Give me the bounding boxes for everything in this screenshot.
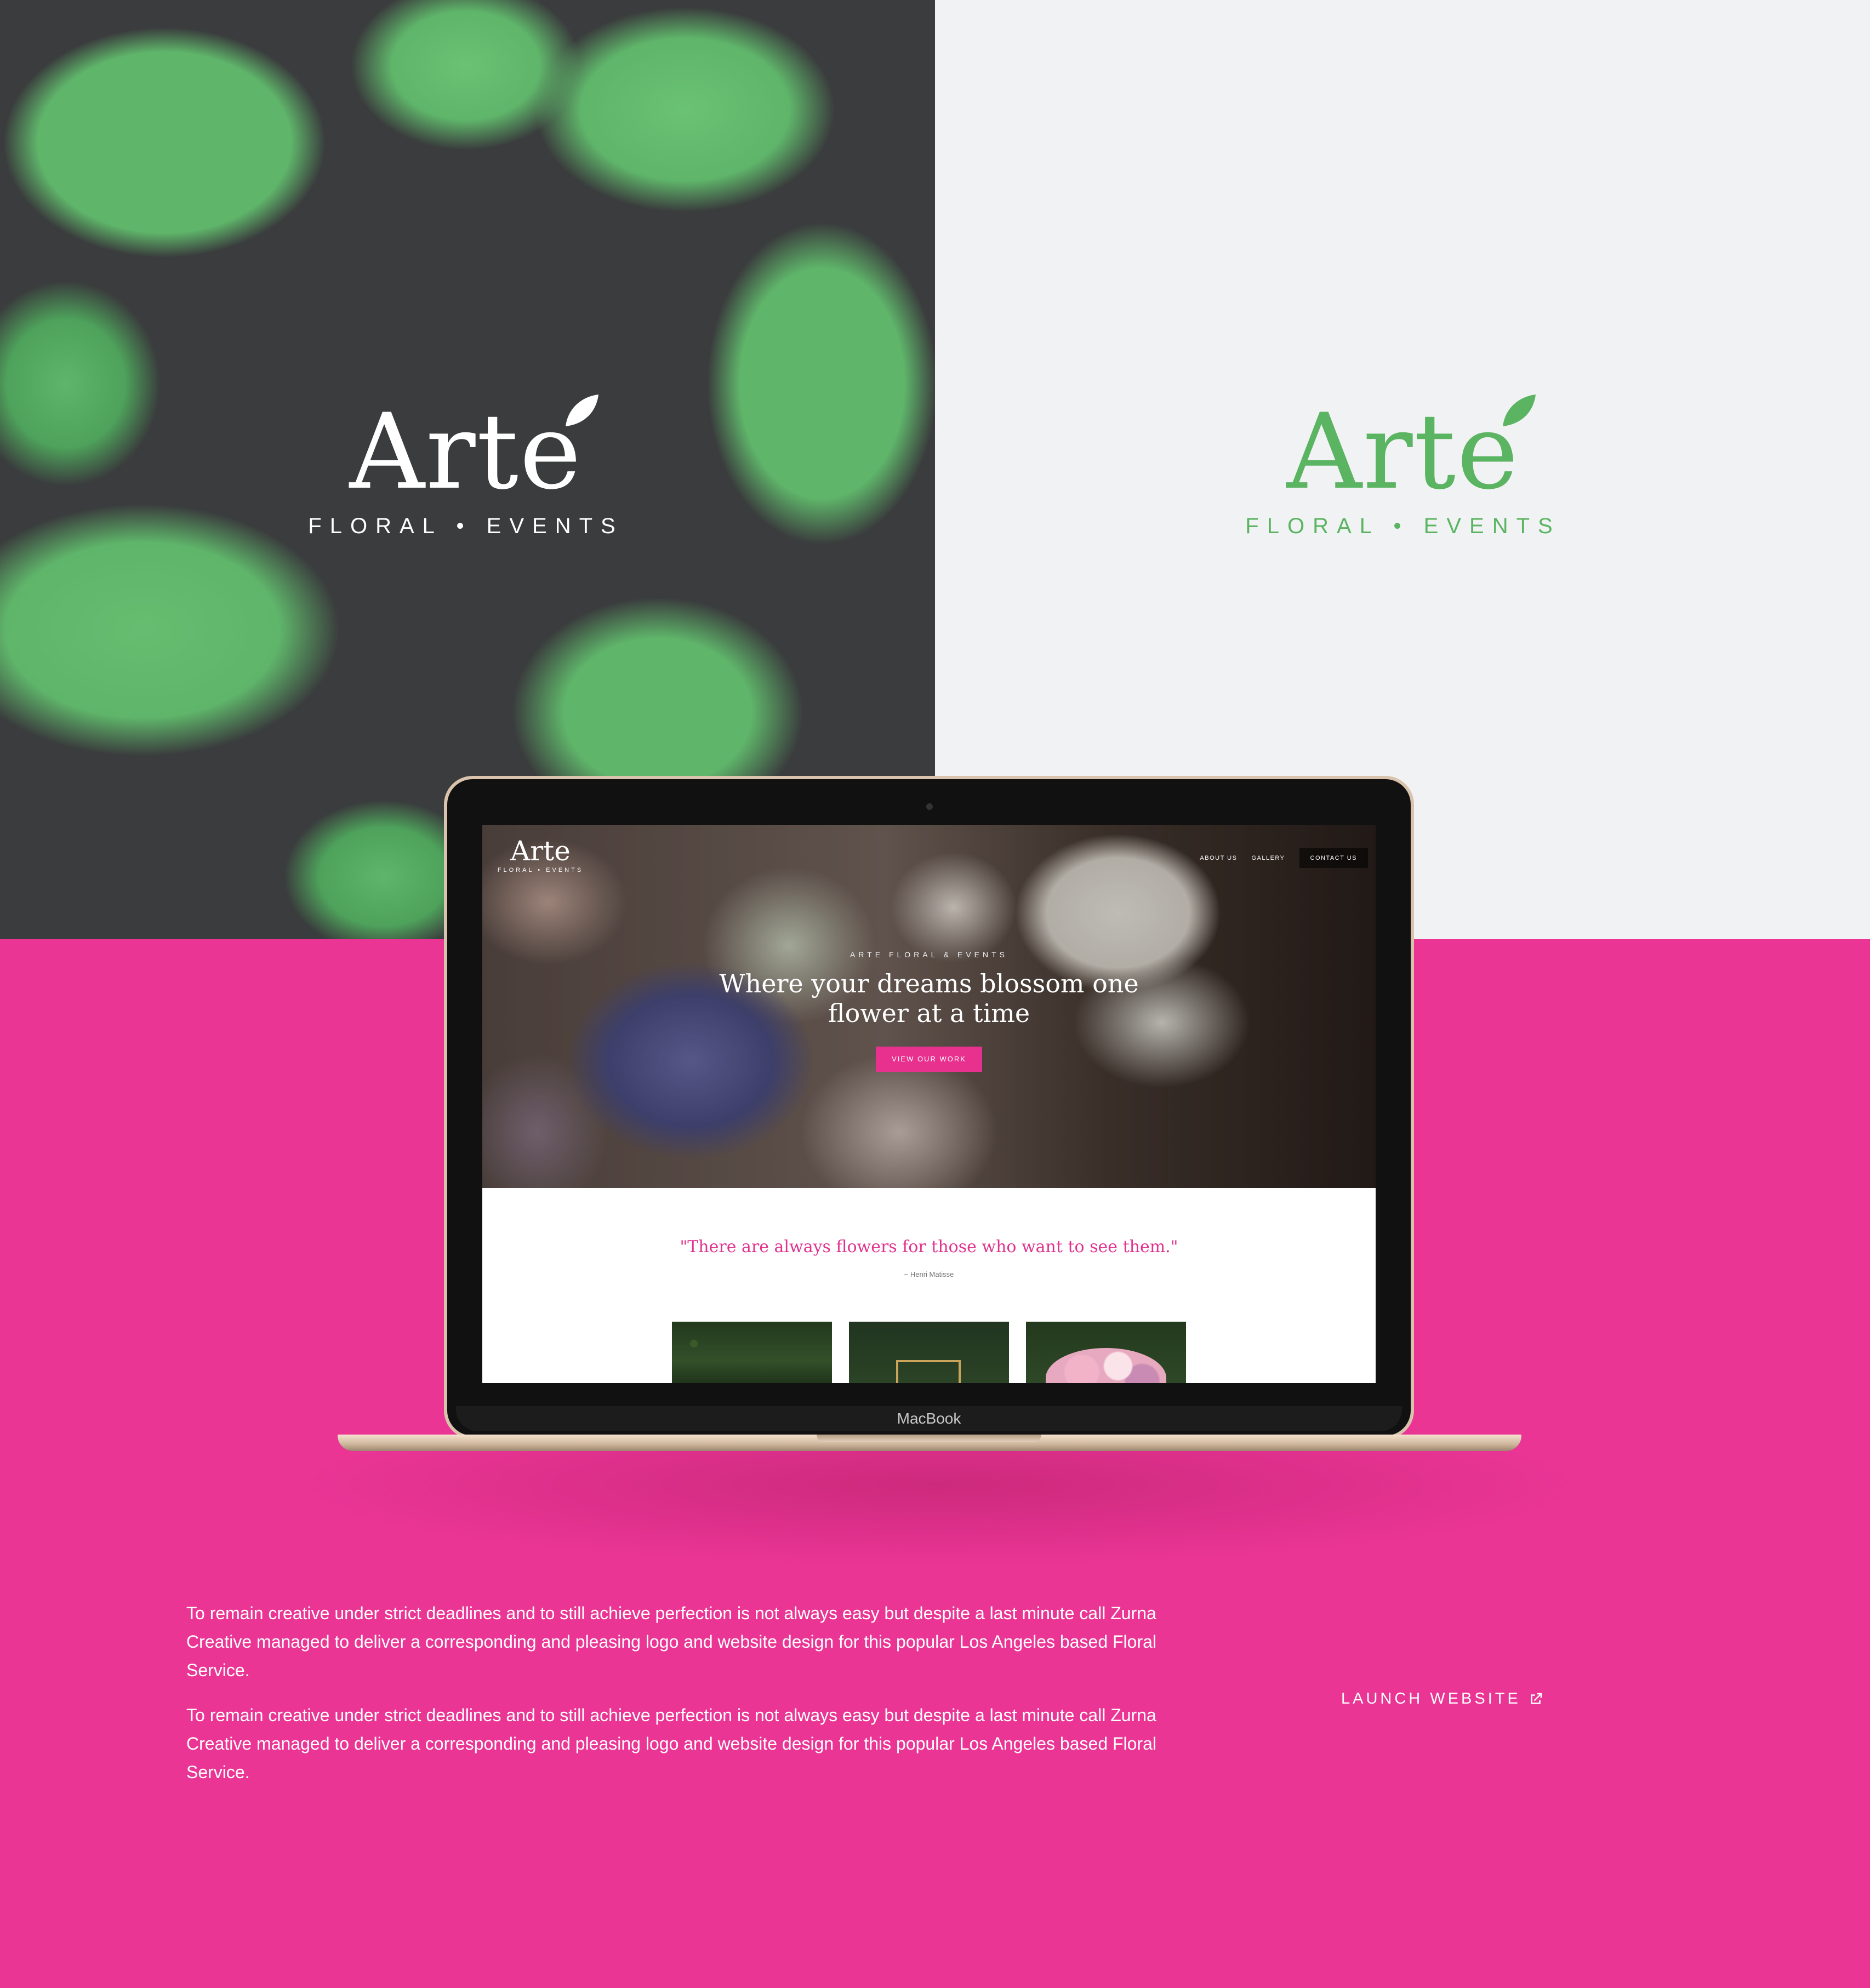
description-paragraph: To remain creative under strict deadline… (186, 1603, 1157, 1680)
laptop-label: MacBook (456, 1406, 1402, 1431)
bouquet-shape (1046, 1348, 1166, 1383)
quote-author: ~ Henri Matisse (904, 1270, 954, 1278)
logo-wordmark: Arte (1286, 391, 1520, 512)
nav-gallery[interactable]: GALLERY (1251, 855, 1285, 861)
launch-website-label: LAUNCH WEBSITE (1341, 1690, 1521, 1707)
hero-headline: Where your dreams blossom one flower at … (719, 969, 1139, 1028)
hero-eyebrow: ARTE FLORAL & EVENTS (850, 950, 1008, 959)
hero-section: Arte FLORAL • EVENTS ABOUT US GALLERY CO… (482, 825, 1376, 1188)
project-description: To remain creative under strict deadline… (186, 1599, 1173, 1803)
logo-tagline: FLORAL • EVENTS (1245, 514, 1561, 538)
website-screen: Arte FLORAL • EVENTS ABOUT US GALLERY CO… (482, 825, 1376, 1383)
camera-icon (926, 803, 933, 810)
logo-wordmark: Arte (349, 391, 583, 512)
site-logo-tagline: FLORAL • EVENTS (497, 867, 584, 873)
external-link-icon (1531, 1693, 1542, 1704)
gallery-thumb[interactable] (672, 1322, 832, 1383)
leaf-icon (566, 395, 599, 426)
view-our-work-button[interactable]: VIEW OUR WORK (876, 1047, 982, 1072)
laptop-notch (817, 1435, 1041, 1442)
site-logo[interactable]: Arte FLORAL • EVENTS (492, 837, 589, 873)
quote-text: "There are always flowers for those who … (680, 1237, 1178, 1256)
leaf-icon (1503, 395, 1536, 426)
site-nav: ABOUT US GALLERY CONTACT US (1200, 848, 1368, 868)
description-paragraph: To remain creative under strict deadline… (186, 1705, 1157, 1782)
gallery-thumb[interactable] (849, 1322, 1009, 1383)
logo-white: Arte FLORAL • EVENTS (274, 395, 658, 539)
launch-website-link[interactable]: LAUNCH WEBSITE (1341, 1690, 1544, 1708)
site-logo-wordmark: Arte (510, 835, 571, 867)
gallery-thumb[interactable] (1026, 1322, 1186, 1383)
nav-contact-us[interactable]: CONTACT US (1299, 848, 1368, 868)
nav-about-us[interactable]: ABOUT US (1200, 855, 1237, 861)
logo-green: Arte FLORAL • EVENTS (1211, 395, 1595, 539)
logo-tagline: FLORAL • EVENTS (308, 514, 624, 538)
gold-arch-shape (896, 1360, 961, 1383)
